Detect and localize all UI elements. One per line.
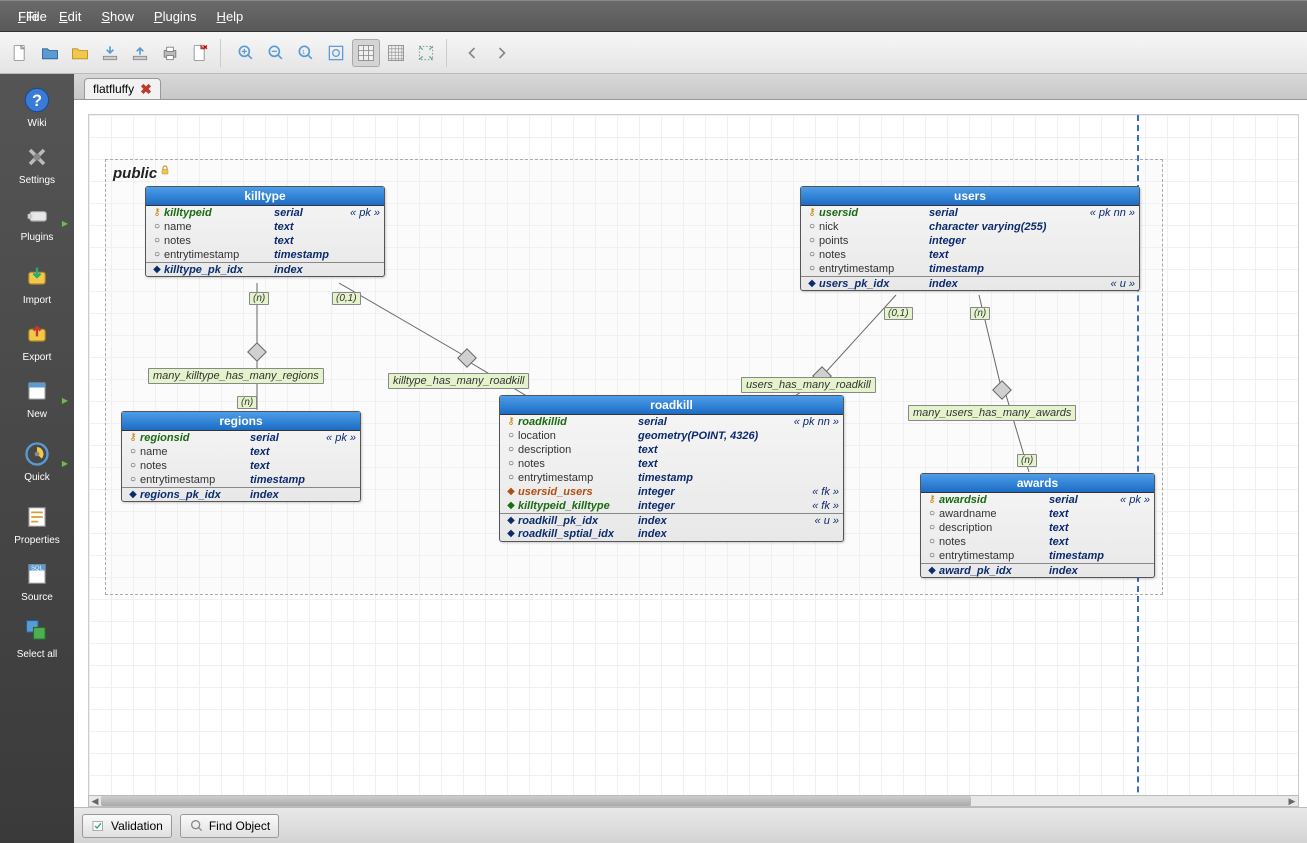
menu-edit[interactable]: Edit [49, 5, 91, 28]
table-title: users [801, 187, 1139, 206]
content-area: flatfluffy ✖ public [74, 74, 1307, 843]
scroll-left-icon[interactable]: ◀ [89, 796, 101, 806]
tab-flatfluffy[interactable]: flatfluffy ✖ [84, 78, 161, 99]
validation-button[interactable]: Validation [82, 814, 172, 838]
table-roadkill[interactable]: roadkill ⚷roadkillidserial« pk nn » ○loc… [499, 395, 844, 542]
sidebar-selectall[interactable]: Select all [5, 613, 69, 664]
toolbar: ✖ 1 [0, 32, 1307, 74]
sidebar-quick[interactable]: Quick [5, 436, 69, 487]
sidebar-export[interactable]: Export [5, 316, 69, 367]
scrollbar-thumb[interactable] [101, 796, 971, 806]
sidebar-settings[interactable]: Settings [5, 139, 69, 190]
cardinality-label: (0,1) [332, 292, 361, 305]
menu-file[interactable]: File [8, 5, 49, 28]
relation-label[interactable]: users_has_many_roadkill [741, 377, 876, 393]
pk-icon: ⚷ [126, 431, 140, 445]
cardinality-label: (n) [237, 396, 257, 409]
svg-text:✖: ✖ [203, 44, 209, 51]
index-icon: ◆ [925, 564, 939, 578]
open-recent-button[interactable] [66, 39, 94, 67]
sidebar-wiki[interactable]: ?Wiki [5, 82, 69, 133]
pk-icon: ⚷ [805, 206, 819, 220]
svg-text:SQL: SQL [31, 565, 43, 571]
fit-screen-button[interactable] [412, 39, 440, 67]
status-bar: Validation Find Object [74, 807, 1307, 843]
grid-small-button[interactable] [382, 39, 410, 67]
menu-bar: File Edit Show Plugins Help [0, 0, 1307, 32]
index-icon: ◆ [126, 488, 140, 502]
menu-show[interactable]: Show [91, 5, 144, 28]
close-tab-icon[interactable]: ✖ [140, 84, 152, 94]
index-icon: ◆ [150, 263, 164, 277]
open-file-button[interactable] [36, 39, 64, 67]
schema-label: public [113, 163, 171, 182]
zoom-fit-button[interactable] [322, 39, 350, 67]
cardinality-label: (n) [249, 292, 269, 305]
horizontal-scrollbar[interactable]: ◀ ▶ [88, 795, 1299, 807]
sidebar-source[interactable]: SQLSource [5, 556, 69, 607]
zoom-reset-button[interactable]: 1 [292, 39, 320, 67]
table-awards[interactable]: awards ⚷awardsidserial« pk » ○awardnamet… [920, 473, 1155, 578]
relation-label[interactable]: many_users_has_many_awards [908, 405, 1076, 421]
import-button[interactable] [96, 39, 124, 67]
relation-label[interactable]: killtype_has_many_roadkill [388, 373, 529, 389]
sidebar-import[interactable]: Import [5, 259, 69, 310]
fk-icon: ◆ [504, 485, 518, 499]
sidebar: ?Wiki Settings Plugins ▶ Import Export N… [0, 74, 74, 843]
svg-text:1: 1 [302, 49, 305, 55]
next-button[interactable] [488, 39, 516, 67]
table-regions[interactable]: regions ⚷regionsidserial« pk » ○nametext… [121, 411, 361, 502]
save-button[interactable]: ✖ [186, 39, 214, 67]
find-object-button[interactable]: Find Object [180, 814, 279, 838]
cardinality-label: (0,1) [884, 307, 913, 320]
svg-text:?: ? [32, 92, 42, 110]
cardinality-label: (n) [1017, 454, 1037, 467]
index-icon: ◆ [504, 527, 518, 541]
validation-icon [91, 818, 107, 834]
tab-label: flatfluffy [93, 82, 134, 96]
tab-bar: flatfluffy ✖ [74, 74, 1307, 100]
table-title: killtype [146, 187, 384, 206]
cardinality-label: (n) [970, 307, 990, 320]
sidebar-new[interactable]: New [5, 373, 69, 424]
table-title: awards [921, 474, 1154, 493]
fk-icon: ◆ [504, 499, 518, 513]
pk-icon: ⚷ [150, 206, 164, 220]
table-title: roadkill [500, 396, 843, 415]
table-users[interactable]: users ⚷usersidserial« pk nn » ○nickchara… [800, 186, 1140, 291]
new-file-button[interactable] [6, 39, 34, 67]
scroll-right-icon[interactable]: ▶ [1286, 796, 1298, 806]
index-icon: ◆ [504, 514, 518, 528]
pk-icon: ⚷ [925, 493, 939, 507]
print-button[interactable] [156, 39, 184, 67]
diagram-canvas[interactable]: public [88, 114, 1299, 799]
lock-icon [159, 163, 171, 180]
export-button[interactable] [126, 39, 154, 67]
table-killtype[interactable]: killtype ⚷killtypeidserial« pk » ○namete… [145, 186, 385, 277]
main-area: ?Wiki Settings Plugins ▶ Import Export N… [0, 74, 1307, 843]
sidebar-plugins[interactable]: Plugins [5, 196, 69, 247]
search-icon [189, 818, 205, 834]
prev-button[interactable] [458, 39, 486, 67]
index-icon: ◆ [805, 277, 819, 291]
canvas-wrapper: public [74, 100, 1307, 843]
menu-plugins[interactable]: Plugins [144, 5, 207, 28]
sidebar-properties[interactable]: Properties [5, 499, 69, 550]
pk-icon: ⚷ [504, 415, 518, 429]
zoom-out-button[interactable] [262, 39, 290, 67]
table-title: regions [122, 412, 360, 431]
grid-large-button[interactable] [352, 39, 380, 67]
relation-label[interactable]: many_killtype_has_many_regions [148, 368, 324, 384]
zoom-in-button[interactable] [232, 39, 260, 67]
menu-help[interactable]: Help [207, 5, 254, 28]
